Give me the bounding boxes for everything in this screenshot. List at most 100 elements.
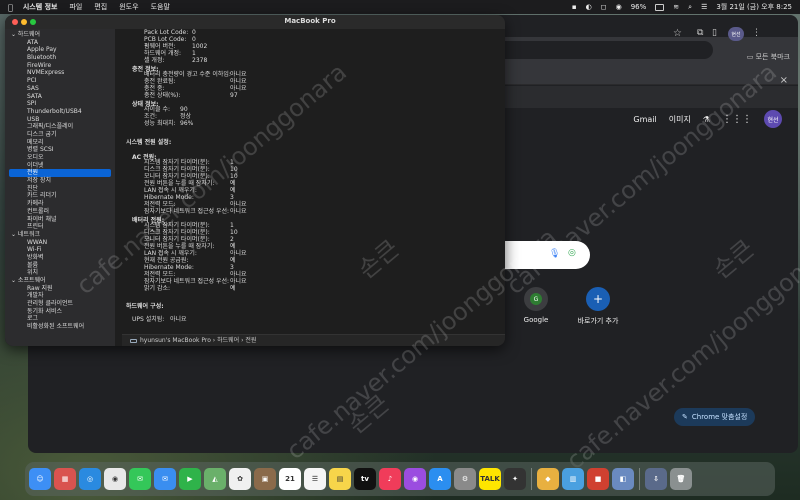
sidebar-item[interactable]: 이더넷 (5, 162, 115, 170)
zoom-window-button[interactable] (30, 19, 36, 25)
apps-grid-icon[interactable]: ⋮⋮⋮ (722, 114, 752, 125)
maps-icon[interactable]: ◭ (204, 468, 226, 490)
images-link[interactable]: 이미지 (669, 114, 691, 125)
bookmark-star-icon[interactable]: ☆ (673, 28, 682, 39)
wifi-icon[interactable]: ≋ (673, 3, 679, 11)
sidebar-item[interactable]: 저장 장치 (5, 177, 115, 185)
more-icon[interactable]: ⋮ (752, 28, 761, 38)
shortcut-google[interactable]: G Google (506, 287, 566, 324)
menu-edit[interactable]: 편집 (94, 2, 107, 12)
sidebar-item[interactable]: 프린터 (5, 223, 115, 231)
sidebar-item[interactable]: 로그 (5, 315, 115, 323)
sidebar-item[interactable]: 비활성화된 소프트웨어 (5, 323, 115, 331)
sidebar-item[interactable]: SATA (5, 93, 115, 101)
system-settings-icon[interactable]: ⚙ (454, 468, 476, 490)
sidebar-item[interactable]: 카메라 (5, 200, 115, 208)
sidebar-item[interactable]: SPI (5, 100, 115, 108)
sidebar-item[interactable]: 방화벽 (5, 254, 115, 262)
sidebar-item[interactable]: 파이버 채널 (5, 216, 115, 224)
sidebar-item[interactable]: 카드 리더기 (5, 192, 115, 200)
sidebar-item[interactable]: 병렬 SCSI (5, 146, 115, 154)
chrome-icon[interactable]: ◉ (104, 468, 126, 490)
bookmark-folder-all[interactable]: ▭ 모든 북마크 (747, 52, 790, 62)
microphone-icon[interactable]: 🎙 (549, 249, 560, 259)
sidebar-item[interactable]: Apple Pay (5, 46, 115, 54)
search-icon[interactable]: ⌕ (688, 3, 692, 12)
final-cut-icon[interactable]: ✦ (504, 468, 526, 490)
sidebar-item[interactable]: Wi-Fi (5, 246, 115, 254)
battery-icon[interactable] (655, 3, 665, 11)
app-store-icon[interactable]: A (429, 468, 451, 490)
trash-icon[interactable]: 🗑 (670, 468, 692, 490)
sidebar-item[interactable]: 개발자 (5, 292, 115, 300)
sidebar-group[interactable]: ⌄ 하드웨어 (5, 31, 115, 39)
preview-icon[interactable]: ◧ (612, 468, 634, 490)
extension-icon[interactable]: ⧉ (697, 28, 703, 38)
sidebar-item[interactable]: 컨트롤러 (5, 208, 115, 216)
sidebar-item[interactable]: 오디오 (5, 154, 115, 162)
app-a-icon[interactable]: ◆ (537, 468, 559, 490)
sidebar-item[interactable]: PCI (5, 77, 115, 85)
messages-icon[interactable]: ✉ (129, 468, 151, 490)
sidebar-item[interactable]: 디스크 굽기 (5, 131, 115, 139)
photos-icon[interactable]: ✿ (229, 468, 251, 490)
apple-icon[interactable]:  (8, 3, 13, 12)
sidebar-item[interactable]: WWAN (5, 239, 115, 247)
music-icon[interactable]: ♪ (379, 468, 401, 490)
sidebar-group[interactable]: ⌄ 네트워크 (5, 231, 115, 239)
sidebar-item[interactable]: 전원 (9, 169, 111, 178)
launchpad-icon[interactable]: ▦ (54, 468, 76, 490)
sidepanel-icon[interactable]: ▯ (712, 28, 717, 38)
status-icon-1[interactable]: ▪ (572, 3, 577, 11)
menu-window[interactable]: 윈도우 (119, 2, 138, 12)
menu-clock[interactable]: 3월 21일 (금) 오후 8:25 (716, 2, 792, 12)
sidebar-item[interactable]: Thunderbolt/USB4 (5, 108, 115, 116)
sidebar-item[interactable]: 동기화 서비스 (5, 308, 115, 316)
sidebar-item[interactable]: ATA (5, 39, 115, 47)
battery-info-value: 1002 (192, 43, 208, 50)
shortcut-add[interactable]: + 바로가기 추가 (568, 287, 628, 326)
menu-app-name[interactable]: 시스템 정보 (23, 2, 58, 12)
podcasts-icon[interactable]: ◉ (404, 468, 426, 490)
status-icon-2[interactable]: ◐ (586, 3, 592, 11)
menu-help[interactable]: 도움말 (151, 2, 170, 12)
sidebar-item[interactable]: Raw 지원 (5, 285, 115, 293)
sidebar-group[interactable]: ⌄ 소프트웨어 (5, 277, 115, 285)
mail-icon[interactable]: ✉ (154, 468, 176, 490)
sidebar-item[interactable]: 진단 (5, 185, 115, 193)
safari-icon[interactable]: ◎ (79, 468, 101, 490)
sidebar-item[interactable]: 관리형 클라이언트 (5, 300, 115, 308)
sidebar-item[interactable]: SAS (5, 85, 115, 93)
app-b-icon[interactable]: ▥ (562, 468, 584, 490)
downloads-icon[interactable]: ⇩ (645, 468, 667, 490)
sidebar-item[interactable]: 메모리 (5, 139, 115, 147)
avatar[interactable]: 현선 (764, 110, 782, 128)
facetime-icon[interactable]: ▶ (179, 468, 201, 490)
sidebar-item[interactable]: FireWire (5, 62, 115, 70)
finder-icon[interactable]: ☺ (29, 468, 51, 490)
labs-icon[interactable]: ⚗ (703, 115, 710, 124)
sidebar-item[interactable]: Bluetooth (5, 54, 115, 62)
sidebar-item[interactable]: 그래픽/디스플레이 (5, 123, 115, 131)
control-center-icon[interactable]: ☰ (701, 3, 707, 11)
notes-app-icon[interactable]: ▣ (254, 468, 276, 490)
lens-icon[interactable]: ◎ (568, 248, 576, 258)
menu-file[interactable]: 파일 (69, 2, 82, 12)
status-icon-3[interactable]: ◻ (601, 3, 607, 11)
sidebar-item[interactable]: 볼륨 (5, 262, 115, 270)
customize-chrome-button[interactable]: ✎ Chrome 맞춤설정 (674, 408, 756, 426)
gmail-link[interactable]: Gmail (633, 115, 656, 124)
close-window-button[interactable] (12, 19, 18, 25)
close-icon[interactable]: × (780, 75, 788, 86)
app-c-icon[interactable]: ■ (587, 468, 609, 490)
profile-chip[interactable]: 현선 (728, 27, 744, 41)
sidebar-item[interactable]: NVMExpress (5, 69, 115, 77)
minimize-window-button[interactable] (21, 19, 27, 25)
notes-icon[interactable]: ▤ (329, 468, 351, 490)
tv-icon[interactable]: tv (354, 468, 376, 490)
sidebar-item[interactable]: 위치 (5, 269, 115, 277)
reminders-icon[interactable]: ☰ (304, 468, 326, 490)
calendar-icon[interactable]: 21 (279, 468, 301, 490)
kakaotalk-icon[interactable]: TALK (479, 468, 501, 490)
status-icon-4[interactable]: ◉ (616, 3, 622, 11)
